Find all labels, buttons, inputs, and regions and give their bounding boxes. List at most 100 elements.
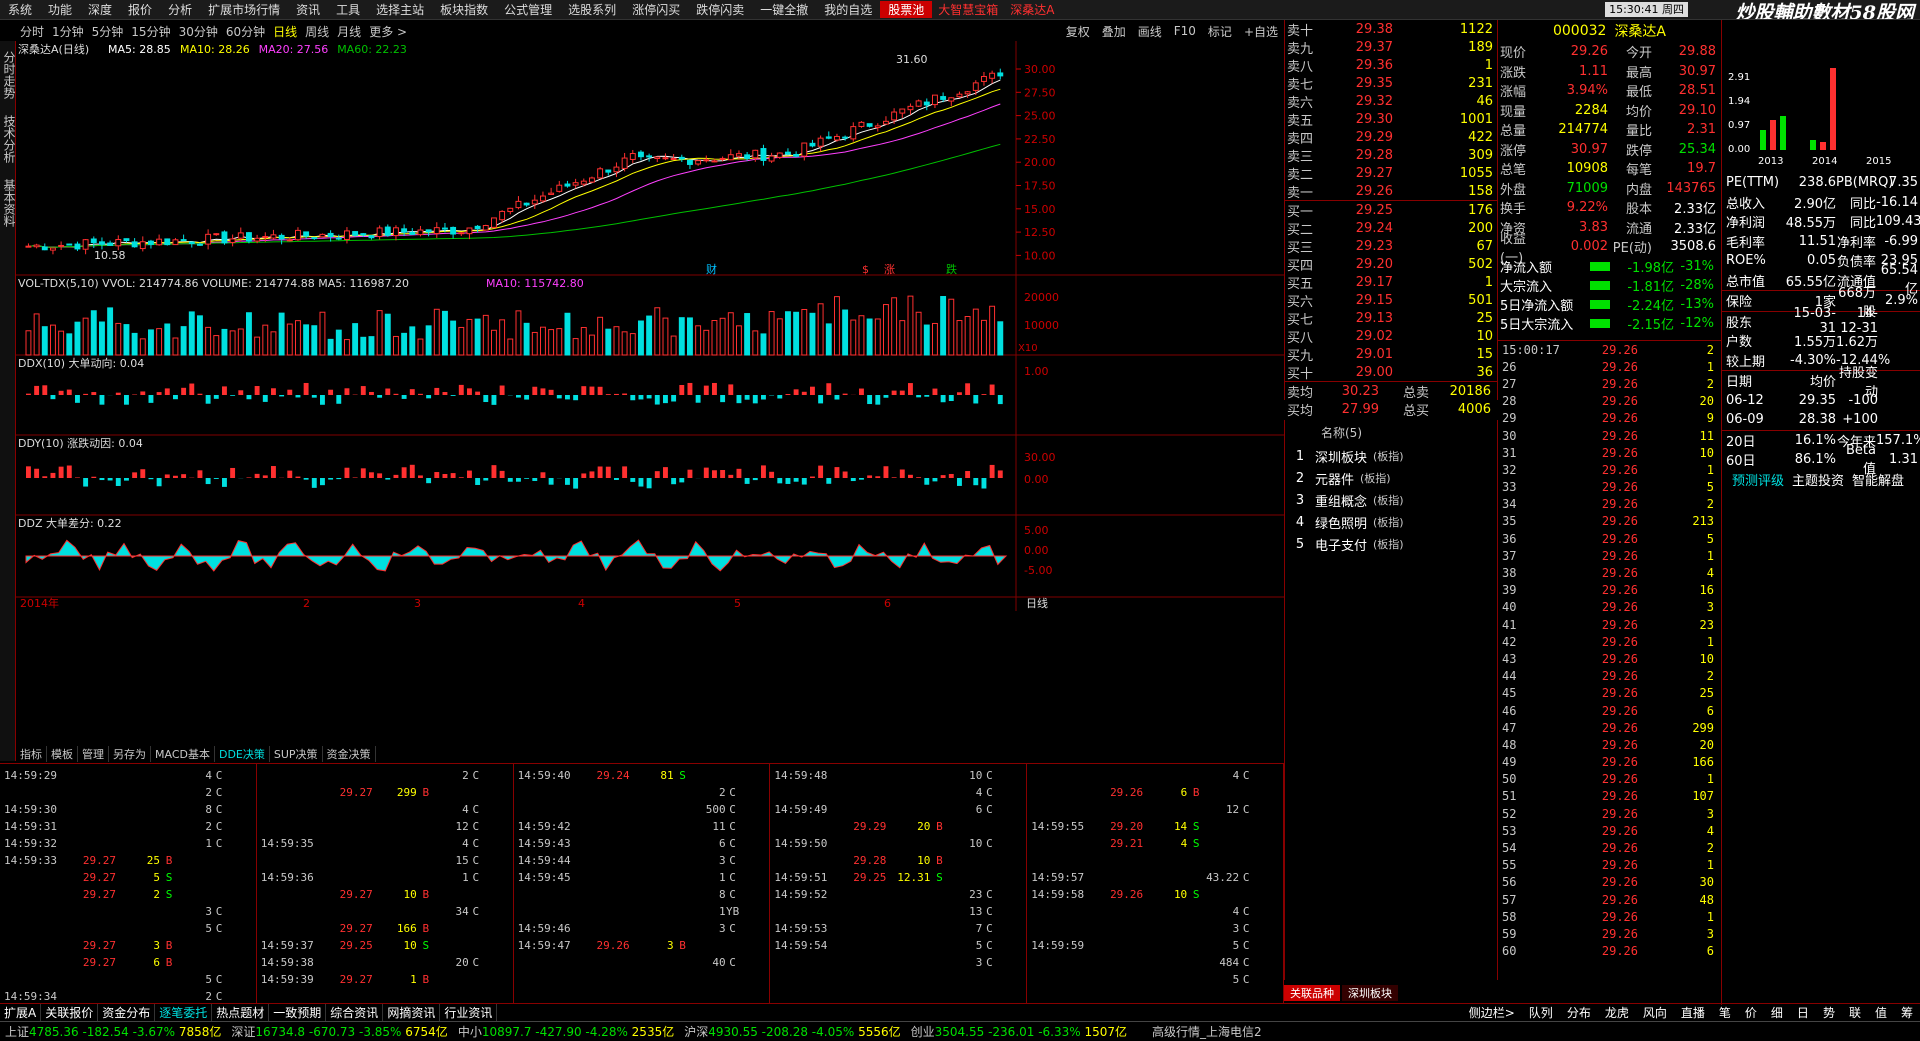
menu-hot-1[interactable]: 深桑达A — [1004, 1, 1060, 18]
bid-label: 买六 — [1287, 294, 1314, 310]
right-tab-3[interactable]: 风向 — [1636, 1004, 1674, 1021]
right-tab-7[interactable]: 细 — [1764, 1004, 1790, 1021]
tick-type: C — [215, 769, 223, 782]
period-2[interactable]: 5分钟 — [88, 23, 128, 40]
period-5[interactable]: 60分钟 — [222, 23, 269, 40]
menu-item-11[interactable]: 选股系列 — [560, 1, 624, 18]
right-tab-1[interactable]: 分布 — [1560, 1004, 1598, 1021]
right-tab-5[interactable]: 笔 — [1712, 1004, 1738, 1021]
menu-item-10[interactable]: 公式管理 — [496, 1, 560, 18]
bottom-tab-7[interactable]: 网摘资讯 — [383, 1004, 441, 1021]
period-4[interactable]: 30分钟 — [175, 23, 222, 40]
menu-item-5[interactable]: 扩展市场行情 — [200, 1, 288, 18]
period-9[interactable]: 更多 > — [365, 23, 411, 40]
menu-hot-0[interactable]: 大智慧宝箱 — [932, 1, 1004, 18]
tick-price: 29.29 — [853, 820, 887, 833]
tick-type: C — [215, 837, 223, 850]
index-amount: 6754亿 — [401, 1025, 448, 1039]
menu-item-12[interactable]: 涨停闪买 — [624, 1, 688, 18]
period-1[interactable]: 1分钟 — [48, 23, 88, 40]
fin-link-0[interactable]: 预测评级 — [1732, 470, 1784, 489]
ddy-bar-104 — [875, 476, 881, 478]
tick-type: YB — [725, 905, 740, 918]
indicator-tab-6[interactable]: SUP决策 — [270, 746, 323, 762]
menu-item-1[interactable]: 功能 — [40, 1, 80, 18]
indicator-tab-2[interactable]: 管理 — [78, 746, 109, 762]
candle-102 — [858, 121, 865, 127]
related-tab-1[interactable]: 深圳板块 — [1342, 985, 1398, 1001]
minute-row: 32 29.26 1 — [1498, 461, 1721, 478]
menu-item-6[interactable]: 资讯 — [288, 1, 328, 18]
chart-tool-1[interactable]: 叠加 — [1096, 23, 1132, 40]
right-tab-8[interactable]: 日 — [1790, 1004, 1816, 1021]
right-tab-9[interactable]: 势 — [1816, 1004, 1842, 1021]
indicator-tab-4[interactable]: MACD基本 — [151, 746, 215, 762]
right-tab-12[interactable]: 筹 — [1894, 1004, 1920, 1021]
kline-chart[interactable]: 深桑达A(日线) MA5: 28.85 MA10: 28.26 MA20: 27.56… — [16, 41, 1284, 760]
menu-item-14[interactable]: 一键全撤 — [752, 1, 816, 18]
bottom-tab-0[interactable]: 扩展A — [0, 1004, 42, 1021]
menu-item-7[interactable]: 工具 — [328, 1, 368, 18]
right-tab-11[interactable]: 值 — [1868, 1004, 1894, 1021]
fin-link-2[interactable]: 智能解盘 — [1852, 470, 1904, 489]
menu-item-9[interactable]: 板块指数 — [432, 1, 496, 18]
period-7[interactable]: 周线 — [301, 23, 333, 40]
bottom-tab-2[interactable]: 资金分布 — [98, 1004, 156, 1021]
tick-flag: B — [165, 939, 173, 952]
minute-time: 51 — [1502, 789, 1517, 804]
tick-vol: 10 — [1173, 888, 1188, 901]
menu-item-16[interactable]: 股票池 — [880, 1, 933, 18]
chart-tool-3[interactable]: F10 — [1168, 24, 1202, 38]
related-item-4[interactable]: 5 电子支付 (板指) — [1285, 533, 1497, 555]
right-tab-2[interactable]: 龙虎 — [1598, 1004, 1636, 1021]
menu-item-13[interactable]: 跌停闪卖 — [688, 1, 752, 18]
period-8[interactable]: 月线 — [333, 23, 365, 40]
minute-time: 40 — [1502, 600, 1517, 615]
bottom-tab-3[interactable]: 逐笔委托 — [155, 1004, 213, 1021]
indicator-tab-1[interactable]: 模板 — [47, 746, 78, 762]
bottom-tab-6[interactable]: 综合资讯 — [326, 1004, 384, 1021]
bottom-tab-4[interactable]: 热点题材 — [212, 1004, 270, 1021]
candle-64 — [548, 192, 555, 195]
period-3[interactable]: 15分钟 — [127, 23, 174, 40]
ask-label: 卖八 — [1287, 59, 1314, 75]
right-tab-6[interactable]: 价 — [1738, 1004, 1764, 1021]
menu-item-0[interactable]: 系统 — [0, 1, 40, 18]
menu-item-15[interactable]: 我的自选 — [816, 1, 880, 18]
fin-link-1[interactable]: 主题投资 — [1792, 470, 1844, 489]
ddx-bar-82 — [695, 395, 701, 403]
related-item-3[interactable]: 4 绿色照明 (板指) — [1285, 511, 1497, 533]
ddx-bar-1 — [34, 385, 40, 395]
menu-item-8[interactable]: 选择主站 — [368, 1, 432, 18]
tick-price: 29.27 — [82, 888, 116, 901]
info-value: 214774 — [1558, 122, 1608, 138]
menu-item-4[interactable]: 分析 — [160, 1, 200, 18]
tick-row: 4C — [1027, 903, 1283, 920]
related-index: 5 — [1295, 536, 1305, 552]
related-item-2[interactable]: 3 重组概念 (板指) — [1285, 489, 1497, 511]
chart-tool-4[interactable]: 标记 — [1202, 23, 1238, 40]
bottom-tab-5[interactable]: 一致预期 — [269, 1004, 327, 1021]
bottom-tab-1[interactable]: 关联报价 — [41, 1004, 99, 1021]
ask-volume: 189 — [1468, 39, 1493, 55]
period-6[interactable]: 日线 — [269, 23, 301, 40]
sidebar-toggle[interactable]: 侧边栏> — [1462, 1004, 1522, 1021]
period-0[interactable]: 分时 — [16, 23, 48, 40]
ddy-bar-61 — [524, 478, 530, 479]
right-tab-0[interactable]: 队列 — [1522, 1004, 1560, 1021]
related-item-0[interactable]: 1 深圳板块 (板指) — [1285, 445, 1497, 467]
bottom-tab-8[interactable]: 行业资讯 — [440, 1004, 498, 1021]
chart-tool-5[interactable]: +自选 — [1238, 23, 1284, 40]
menu-item-3[interactable]: 报价 — [120, 1, 160, 18]
menu-item-2[interactable]: 深度 — [80, 1, 120, 18]
indicator-tab-5[interactable]: DDE决策 — [215, 746, 270, 762]
indicator-tab-0[interactable]: 指标 — [16, 746, 47, 762]
related-item-1[interactable]: 2 元器件 (板指) — [1285, 467, 1497, 489]
chart-tool-0[interactable]: 复权 — [1060, 23, 1096, 40]
right-tab-10[interactable]: 联 — [1842, 1004, 1868, 1021]
chart-tool-2[interactable]: 画线 — [1132, 23, 1168, 40]
indicator-tab-3[interactable]: 另存为 — [109, 746, 151, 762]
indicator-tab-7[interactable]: 资金决策 — [323, 746, 376, 762]
right-tab-4[interactable]: 直播 — [1674, 1004, 1712, 1021]
related-tab-0[interactable]: 关联品种 — [1284, 985, 1340, 1001]
